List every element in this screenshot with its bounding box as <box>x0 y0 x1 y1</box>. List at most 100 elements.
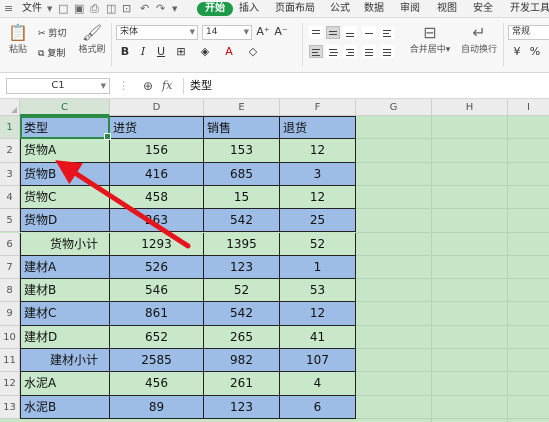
align-right-icon[interactable] <box>343 45 357 58</box>
print-icon[interactable]: ⎙ <box>90 1 99 17</box>
cell-d9[interactable]: 861 <box>110 302 204 326</box>
save-icon[interactable]: ▣ <box>74 1 84 17</box>
cell-c3[interactable]: 货物B <box>20 162 110 186</box>
cell-e8[interactable]: 52 <box>204 279 280 303</box>
cell-f13[interactable]: 6 <box>280 395 356 419</box>
fill-color-icon[interactable]: ◈ <box>198 45 212 59</box>
indent-icon[interactable] <box>380 26 394 39</box>
cell-f8[interactable]: 53 <box>280 279 356 303</box>
align-top-icon[interactable] <box>309 26 323 39</box>
orientation-icon[interactable] <box>362 26 376 39</box>
row-header[interactable]: 4 <box>0 185 20 210</box>
column-header-f[interactable]: F <box>280 99 356 116</box>
cell-d6[interactable]: 1293 <box>110 232 204 256</box>
cell-c2[interactable]: 货物A <box>20 139 110 163</box>
column-header-c[interactable]: C <box>20 99 110 116</box>
align-middle-icon[interactable] <box>326 26 340 39</box>
cell-c7[interactable]: 建材A <box>20 255 110 280</box>
cell-c8[interactable]: 建材B <box>20 279 110 303</box>
cell-f5[interactable]: 25 <box>280 209 356 233</box>
row-header[interactable]: 7 <box>0 255 20 280</box>
cell-c13[interactable]: 水泥B <box>20 395 110 419</box>
name-box[interactable]: C1 ▼ <box>6 78 110 94</box>
cell-f7[interactable]: 1 <box>280 255 356 280</box>
shrink-font-icon[interactable]: A⁻ <box>274 25 288 39</box>
distributed-icon[interactable] <box>380 45 394 58</box>
cell-e7[interactable]: 123 <box>204 255 280 280</box>
cell-c1[interactable]: 类型 <box>20 116 110 140</box>
tab-page-layout[interactable]: 页面布局 <box>275 2 315 16</box>
select-all-corner[interactable] <box>0 99 20 116</box>
cell-e1[interactable]: 销售 <box>204 116 280 140</box>
cell-e6[interactable]: 1395 <box>204 232 280 256</box>
row-header[interactable]: 5 <box>0 209 20 233</box>
tab-insert[interactable]: 插入 <box>239 2 259 16</box>
cell-d4[interactable]: 458 <box>110 185 204 210</box>
cut-button[interactable]: ✂ 剪切 <box>38 26 66 39</box>
cell-d2[interactable]: 156 <box>110 139 204 163</box>
cell-e12[interactable]: 261 <box>204 372 280 396</box>
cell-c4[interactable]: 货物C <box>20 185 110 210</box>
formula-input[interactable]: 类型 <box>183 78 549 94</box>
merge-center-button[interactable]: ⊟ 合并居中▾ <box>406 24 454 56</box>
borders-icon[interactable]: ⊞ <box>174 45 188 59</box>
cell-e13[interactable]: 123 <box>204 395 280 419</box>
cell-d13[interactable]: 89 <box>110 395 204 419</box>
cell-c10[interactable]: 建材D <box>20 325 110 349</box>
export-icon[interactable]: ⊡ <box>122 1 131 17</box>
row-header[interactable]: 6 <box>0 232 20 256</box>
cell-e2[interactable]: 153 <box>204 139 280 163</box>
cell-c11[interactable]: 建材小计 <box>20 349 110 373</box>
fx-icon[interactable]: fx <box>162 78 172 94</box>
cell-f4[interactable]: 12 <box>280 185 356 210</box>
chevron-down-icon[interactable]: ▼ <box>47 1 52 17</box>
cell-d10[interactable]: 652 <box>110 325 204 349</box>
cell-d7[interactable]: 526 <box>110 255 204 280</box>
clear-format-icon[interactable]: ◇ <box>246 45 260 59</box>
tab-data[interactable]: 数据 <box>364 2 384 16</box>
align-center-icon[interactable] <box>326 45 340 58</box>
column-header-e[interactable]: E <box>204 99 280 116</box>
column-header-d[interactable]: D <box>110 99 204 116</box>
cell-e10[interactable]: 265 <box>204 325 280 349</box>
currency-icon[interactable]: ¥ <box>510 45 524 59</box>
cell-c5[interactable]: 货物D <box>20 209 110 233</box>
row-header[interactable]: 1 <box>0 116 20 140</box>
cell-d5[interactable]: 263 <box>110 209 204 233</box>
align-left-icon[interactable] <box>309 45 323 58</box>
tab-review[interactable]: 审阅 <box>400 2 420 16</box>
cell-f2[interactable]: 12 <box>280 139 356 163</box>
tab-developer[interactable]: 开发工具 <box>510 2 549 16</box>
font-name-select[interactable]: 宋体 ▼ <box>116 25 198 40</box>
cell-e9[interactable]: 542 <box>204 302 280 326</box>
grow-font-icon[interactable]: A⁺ <box>256 25 270 39</box>
row-header[interactable]: 2 <box>0 139 20 163</box>
bold-icon[interactable]: B <box>118 45 132 59</box>
cell-d3[interactable]: 416 <box>110 162 204 186</box>
paste-button[interactable]: 📋 粘贴 <box>4 24 32 56</box>
row-header[interactable]: 11 <box>0 349 20 373</box>
tab-home[interactable]: 开始 <box>197 2 233 16</box>
italic-icon[interactable]: I <box>136 45 150 59</box>
row-header[interactable]: 3 <box>0 162 20 186</box>
tab-formulas[interactable]: 公式 <box>330 2 350 16</box>
cell-d1[interactable]: 进货 <box>110 116 204 140</box>
row-header[interactable]: 9 <box>0 302 20 326</box>
cell-f11[interactable]: 107 <box>280 349 356 373</box>
tab-view[interactable]: 视图 <box>437 2 457 16</box>
cell-f3[interactable]: 3 <box>280 162 356 186</box>
cell-f9[interactable]: 12 <box>280 302 356 326</box>
row-header[interactable]: 8 <box>0 279 20 303</box>
font-size-select[interactable]: 14 ▼ <box>202 25 252 40</box>
justify-icon[interactable] <box>362 45 376 58</box>
cell-d11[interactable]: 2585 <box>110 349 204 373</box>
cell-f12[interactable]: 4 <box>280 372 356 396</box>
column-header-g[interactable]: G <box>356 99 432 116</box>
column-header-h[interactable]: H <box>432 99 508 116</box>
copy-button[interactable]: ⧉ 复制 <box>38 46 65 59</box>
cell-d8[interactable]: 546 <box>110 279 204 303</box>
format-painter-button[interactable]: 🖌 格式刷 <box>76 24 108 56</box>
new-doc-icon[interactable]: □ <box>58 1 68 17</box>
chevron-down-icon[interactable]: ▼ <box>172 1 177 17</box>
preview-icon[interactable]: ◫ <box>106 1 116 17</box>
